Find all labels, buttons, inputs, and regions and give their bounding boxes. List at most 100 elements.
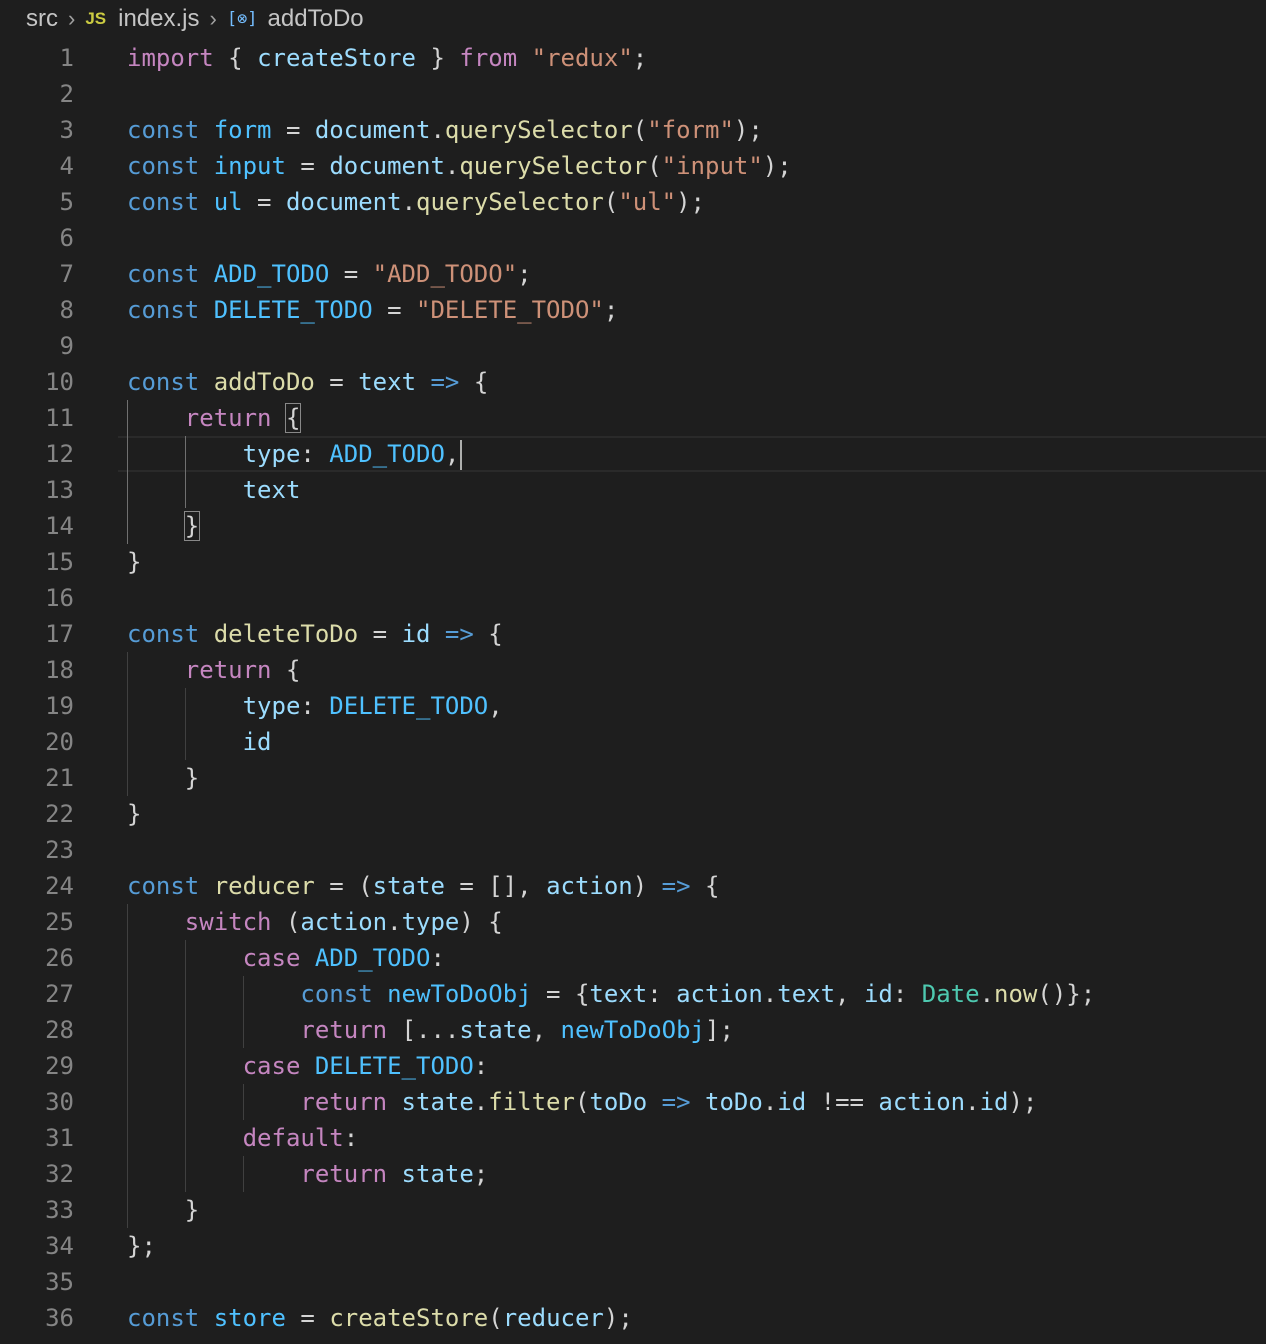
- code-line[interactable]: 30 return state.filter(toDo => toDo.id !…: [0, 1084, 1266, 1120]
- code-line[interactable]: 1 import { createStore } from "redux";: [0, 40, 1266, 76]
- code-text: const form = document.querySelector("for…: [127, 112, 763, 148]
- code-token: case: [242, 944, 301, 972]
- code-text: const ADD_TODO = "ADD_TODO";: [127, 256, 532, 292]
- code-text: const deleteToDo = id => {: [127, 616, 503, 652]
- code-line[interactable]: 8 const DELETE_TODO = "DELETE_TODO";: [0, 292, 1266, 328]
- code-line[interactable]: 23: [0, 832, 1266, 868]
- code-token: ,: [835, 980, 864, 1008]
- code-token: =: [314, 368, 359, 396]
- code-token: = (: [314, 872, 373, 900]
- code-token: import: [127, 44, 214, 72]
- code-token: type: [401, 908, 460, 936]
- code-token: text: [242, 476, 301, 504]
- code-text: const DELETE_TODO = "DELETE_TODO";: [127, 292, 618, 328]
- line-number: 16: [45, 584, 74, 612]
- code-token: .: [762, 1088, 778, 1116]
- code-line[interactable]: 26 case ADD_TODO:: [0, 940, 1266, 976]
- code-token: = {: [531, 980, 590, 1008]
- code-token: );: [733, 116, 763, 144]
- code-line[interactable]: 33 }: [0, 1192, 1266, 1228]
- code-token: filter: [488, 1088, 575, 1116]
- code-line[interactable]: 21 }: [0, 760, 1266, 796]
- code-line[interactable]: 15}: [0, 544, 1266, 580]
- code-token: =: [271, 116, 315, 144]
- code-line[interactable]: 11 return {: [0, 400, 1266, 436]
- code-line[interactable]: 31 default:: [0, 1120, 1266, 1156]
- code-line[interactable]: 35: [0, 1264, 1266, 1300]
- code-text: const store = createStore(reducer);: [127, 1300, 633, 1336]
- code-line[interactable]: 17 const deleteToDo = id => {: [0, 616, 1266, 652]
- line-number: 36: [45, 1304, 74, 1332]
- code-token: const: [127, 188, 200, 216]
- line-number: 9: [59, 332, 74, 360]
- code-line[interactable]: 12 type: ADD_TODO,: [0, 436, 1266, 472]
- code-token: text: [358, 368, 417, 396]
- code-line[interactable]: 24 const reducer = (state = [], action) =…: [0, 868, 1266, 904]
- code-token: );: [676, 188, 706, 216]
- code-token: =>: [430, 368, 460, 396]
- code-line[interactable]: 5 const ul = document.querySelector("ul")…: [0, 184, 1266, 220]
- code-line[interactable]: 7 const ADD_TODO = "ADD_TODO";: [0, 256, 1266, 292]
- code-line[interactable]: 9: [0, 328, 1266, 364]
- code-line[interactable]: 32 return state;: [0, 1156, 1266, 1192]
- code-text: const addToDo = text => {: [127, 364, 488, 400]
- code-token: text: [589, 980, 648, 1008]
- code-line[interactable]: 4 const input = document.querySelector("i…: [0, 148, 1266, 184]
- code-line[interactable]: 29 case DELETE_TODO:: [0, 1048, 1266, 1084]
- code-line[interactable]: 16: [0, 580, 1266, 616]
- code-token: const: [127, 260, 200, 288]
- code-token: :: [430, 944, 445, 972]
- code-line[interactable]: 27 const newToDoObj = {text: action.text…: [0, 976, 1266, 1012]
- code-text: import { createStore } from "redux";: [127, 40, 647, 76]
- code-line[interactable]: 22}: [0, 796, 1266, 832]
- breadcrumb-file[interactable]: index.js: [118, 5, 199, 33]
- line-number: 8: [59, 296, 74, 324]
- line-number: 3: [59, 116, 74, 144]
- code-token: document: [314, 116, 431, 144]
- code-token: (: [271, 908, 301, 936]
- code-line[interactable]: 13 text: [0, 472, 1266, 508]
- code-line[interactable]: 28 return [...state, newToDoObj];: [0, 1012, 1266, 1048]
- code-token: (: [647, 152, 662, 180]
- code-token: id: [401, 620, 431, 648]
- code-token: {: [284, 403, 302, 433]
- code-line[interactable]: 6: [0, 220, 1266, 256]
- code-line[interactable]: 20 id: [0, 724, 1266, 760]
- code-token: .: [401, 188, 417, 216]
- code-line[interactable]: 19 type: DELETE_TODO,: [0, 688, 1266, 724]
- line-number: 35: [45, 1268, 74, 1296]
- line-number: 10: [45, 368, 74, 396]
- code-line[interactable]: 25 switch (action.type) {: [0, 904, 1266, 940]
- line-number: 4: [59, 152, 74, 180]
- breadcrumb-folder[interactable]: src: [26, 5, 58, 33]
- code-editor[interactable]: 1 import { createStore } from "redux"; 2 3 c…: [0, 40, 1266, 1336]
- code-token: :: [300, 692, 330, 720]
- code-token: const: [127, 116, 200, 144]
- code-line[interactable]: 3 const form = document.querySelector("fo…: [0, 112, 1266, 148]
- code-line[interactable]: 34};: [0, 1228, 1266, 1264]
- code-line[interactable]: 14 }: [0, 508, 1266, 544]
- code-line[interactable]: 2: [0, 76, 1266, 112]
- code-token: ADD_TODO: [213, 260, 330, 288]
- code-text: type: DELETE_TODO,: [127, 688, 503, 724]
- code-token: ,: [531, 1016, 561, 1044]
- code-line[interactable]: 36 const store = createStore(reducer);: [0, 1300, 1266, 1336]
- code-token: store: [213, 1304, 286, 1332]
- code-token: reducer: [502, 1304, 604, 1332]
- line-number: 33: [45, 1196, 74, 1224]
- code-line[interactable]: 18 return {: [0, 652, 1266, 688]
- line-number: 32: [45, 1160, 74, 1188]
- code-token: const: [127, 368, 200, 396]
- code-line[interactable]: 10 const addToDo = text => {: [0, 364, 1266, 400]
- breadcrumb-symbol[interactable]: addToDo: [268, 5, 364, 33]
